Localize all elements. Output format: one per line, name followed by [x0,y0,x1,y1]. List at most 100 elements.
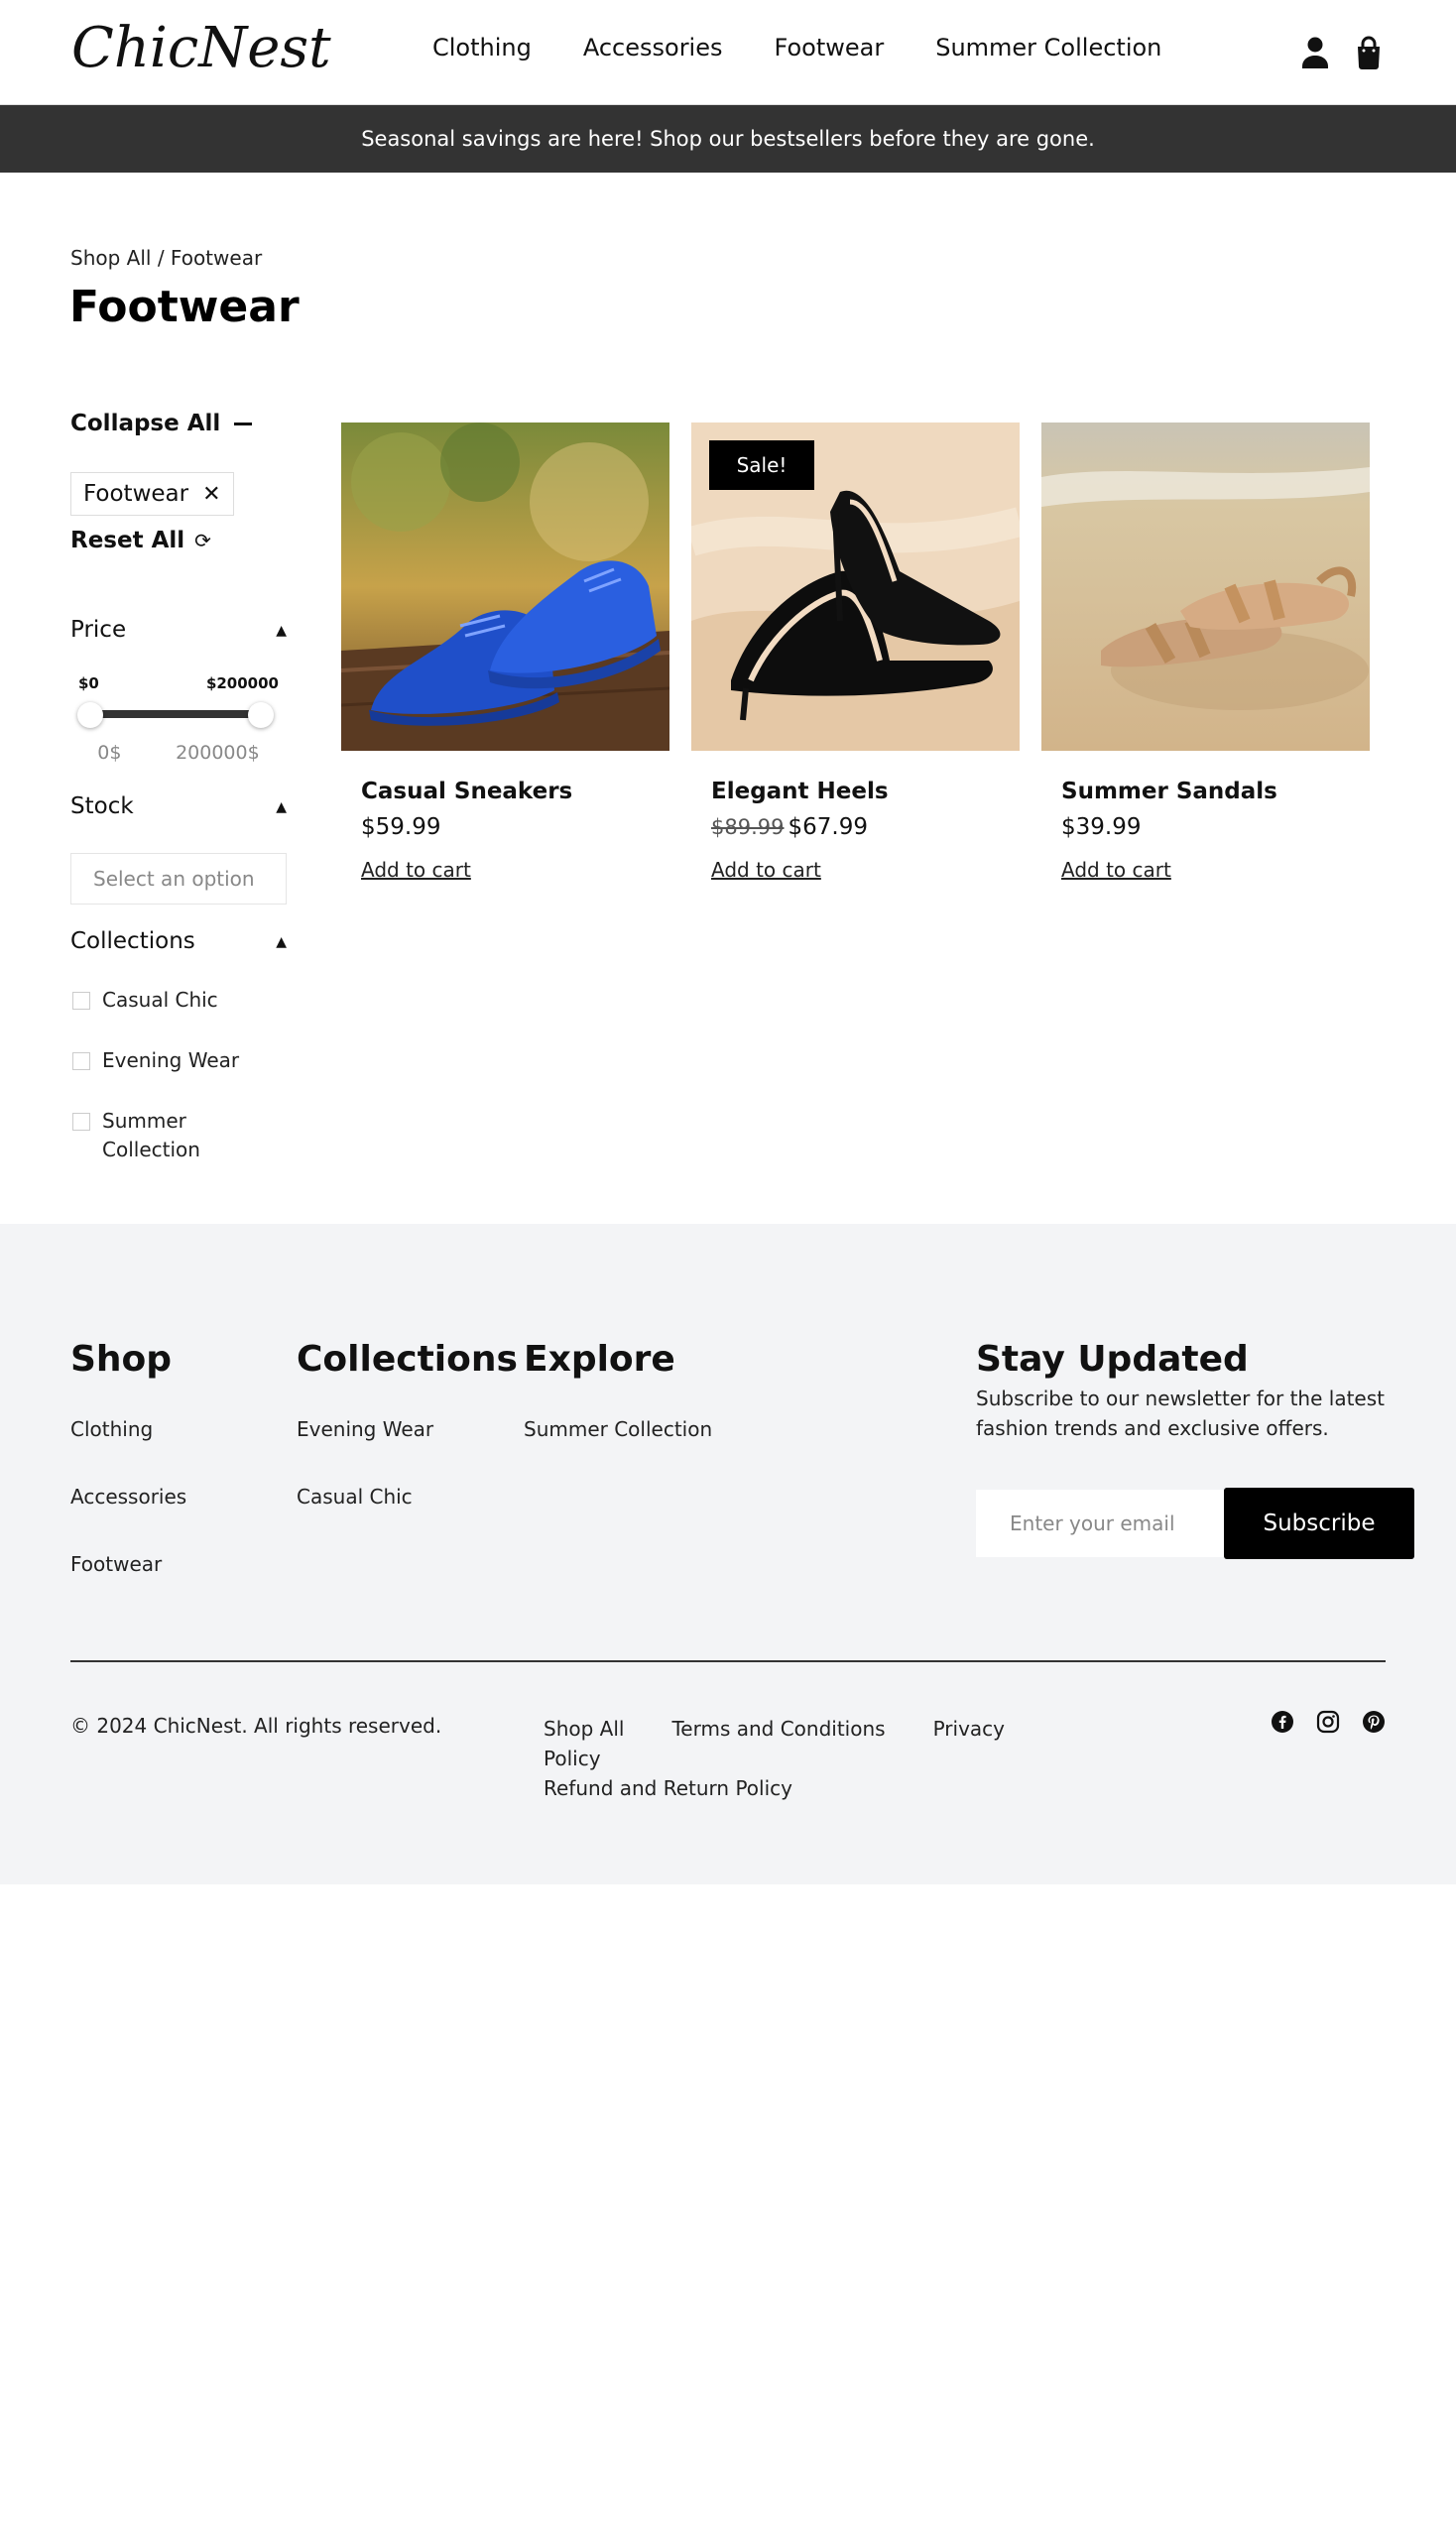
checkbox[interactable] [72,1113,90,1131]
minus-icon [234,422,253,425]
refresh-icon: ⟳ [194,529,211,552]
nav-summer-collection[interactable]: Summer Collection [935,34,1161,61]
add-to-cart-button[interactable]: Add to cart [711,858,821,882]
subscribe-button[interactable]: Subscribe [1224,1488,1414,1559]
collection-option-label: Evening Wear [102,1048,240,1072]
price-slider-min-handle[interactable] [77,702,103,728]
price-min-label: $0 [78,674,99,692]
product-card[interactable]: Summer Sandals $39.99 Add to cart [1041,423,1370,882]
price-max-value[interactable]: 200000$ [176,742,260,764]
newsletter-form: Subscribe [976,1488,1414,1559]
site-header: ChicNest Clothing Accessories Footwear S… [0,0,1456,105]
nav-footwear[interactable]: Footwear [775,34,885,61]
collection-option-label: Summer Collection [102,1109,200,1161]
price-max-label: $200000 [205,674,279,692]
product-image-sandals[interactable] [1041,423,1370,751]
instagram-icon[interactable] [1316,1710,1340,1734]
add-to-cart-button[interactable]: Add to cart [361,858,471,882]
collections-filter-toggle[interactable]: Collections ▲ [70,928,287,954]
stock-filter-toggle[interactable]: Stock ▲ [70,793,287,819]
product-name[interactable]: Summer Sandals [1061,779,1370,804]
chevron-up-icon: ▲ [276,799,287,815]
footer-link-accessories[interactable]: Accessories [70,1485,186,1509]
chevron-up-icon: ▲ [276,934,287,950]
pinterest-icon[interactable] [1362,1710,1386,1734]
facebook-icon[interactable] [1271,1710,1294,1734]
product-current-price: $59.99 [361,814,441,840]
product-price: $59.99 [361,814,669,840]
footer-link-evening-wear[interactable]: Evening Wear [297,1417,518,1441]
reset-all-label: Reset All [70,528,185,553]
price-slider-track[interactable] [90,710,269,718]
social-links [1271,1710,1386,1734]
product-card[interactable]: Casual Sneakers $59.99 Add to cart [341,423,669,882]
chevron-up-icon: ▲ [276,623,287,639]
newsletter: Stay Updated Subscribe to our newsletter… [976,1339,1414,1559]
footer-collections-column: Collections Evening Wear Casual Chic [297,1339,518,1552]
page-title: Footwear [69,282,300,332]
collection-option-summer-collection[interactable]: Summer Collection [70,1107,287,1164]
newsletter-title: Stay Updated [976,1339,1249,1380]
price-filter-toggle[interactable]: Price ▲ [70,617,287,643]
shopping-bag-icon[interactable] [1353,36,1385,69]
stock-filter-label: Stock [70,793,134,819]
collections-list: Casual Chic Evening Wear Summer Collecti… [70,986,287,1196]
breadcrumb: Shop All / Footwear [70,246,262,270]
price-slider-max-handle[interactable] [248,702,274,728]
product-current-price: $39.99 [1061,814,1142,840]
footer-explore-column: Explore Summer Collection [524,1339,712,1485]
sale-badge: Sale! [709,440,814,490]
checkbox[interactable] [72,992,90,1010]
reset-all-button[interactable]: Reset All ⟳ [70,528,211,553]
footer-link-clothing[interactable]: Clothing [70,1417,186,1441]
nav-clothing[interactable]: Clothing [432,34,532,61]
product-image-sneakers[interactable] [341,423,669,751]
email-field[interactable] [976,1490,1230,1557]
legal-link-shop-all[interactable]: Shop All [544,1717,624,1741]
collections-filter-label: Collections [70,928,195,954]
breadcrumb-current: Footwear [170,246,263,270]
footer-link-footwear[interactable]: Footwear [70,1552,186,1576]
active-filter-chip[interactable]: Footwear ✕ [70,472,234,516]
legal-link-refund[interactable]: Refund and Return Policy [544,1776,792,1800]
product-name[interactable]: Casual Sneakers [361,779,669,804]
main-nav: Clothing Accessories Footwear Summer Col… [432,34,1161,61]
active-filter-label: Footwear [83,481,189,507]
footer-column-title: Shop [70,1339,173,1380]
product-name[interactable]: Elegant Heels [711,779,1020,804]
nav-accessories[interactable]: Accessories [583,34,723,61]
checkbox[interactable] [72,1052,90,1070]
price-min-value[interactable]: 0$ [97,742,121,764]
footer-divider [70,1660,1386,1662]
site-footer: Shop Clothing Accessories Footwear Colle… [0,1224,1456,1884]
price-values: 0$ 200000$ [70,742,287,764]
newsletter-text: Subscribe to our newsletter for the late… [976,1387,1385,1440]
copyright: © 2024 ChicNest. All rights reserved. [70,1714,442,1738]
product-image-heels[interactable]: Sale! [691,423,1020,751]
footer-shop-column: Shop Clothing Accessories Footwear [70,1339,186,1620]
legal-links: Shop All Terms and Conditions Privacy Poli… [544,1714,1099,1803]
stock-select[interactable]: Select an option [70,853,287,905]
logo[interactable]: ChicNest [71,16,331,80]
add-to-cart-button[interactable]: Add to cart [1061,858,1171,882]
product-card[interactable]: Sale! Elegant Heels $89.99 $67.99 Add to … [691,423,1020,882]
footer-column-title: Explore [524,1339,675,1380]
collapse-all-label: Collapse All [70,411,221,436]
collapse-all-button[interactable]: Collapse All [70,411,253,436]
breadcrumb-separator: / [151,246,171,270]
collection-option-label: Casual Chic [102,988,218,1012]
legal-link-terms[interactable]: Terms and Conditions [671,1717,885,1741]
price-filter-label: Price [70,617,127,643]
header-actions [1299,36,1385,69]
user-icon[interactable] [1299,36,1331,69]
announcement-bar: Seasonal savings are here! Shop our best… [0,105,1456,173]
footer-column-title: Collections [297,1339,518,1380]
collection-option-evening-wear[interactable]: Evening Wear [70,1046,287,1075]
footer-link-casual-chic[interactable]: Casual Chic [297,1485,518,1509]
product-original-price: $89.99 [711,815,785,839]
breadcrumb-shop-all[interactable]: Shop All [70,246,151,270]
collection-option-casual-chic[interactable]: Casual Chic [70,986,287,1015]
product-current-price: $67.99 [788,814,868,840]
close-icon[interactable]: ✕ [202,482,220,507]
footer-link-summer-collection[interactable]: Summer Collection [524,1417,712,1441]
